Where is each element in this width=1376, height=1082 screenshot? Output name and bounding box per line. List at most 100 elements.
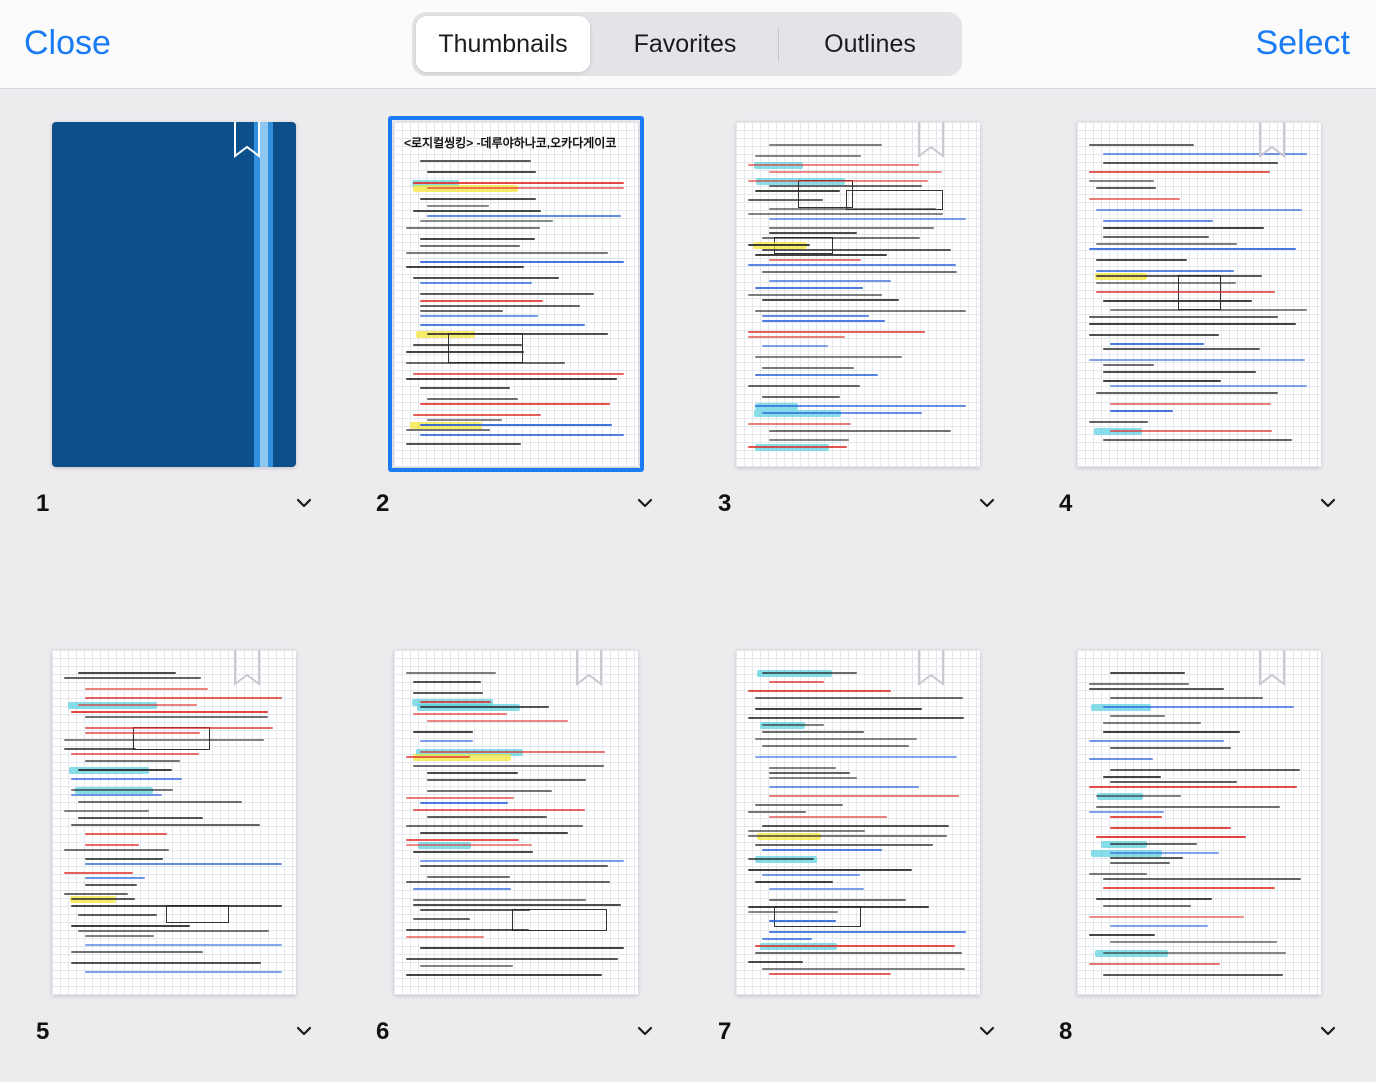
chevron-down-icon[interactable]: [1320, 1026, 1336, 1036]
handwriting-line: [1110, 403, 1271, 405]
handwriting-line: [78, 704, 197, 706]
handwriting-line: [1103, 905, 1191, 907]
top-bar: Close Thumbnails Favorites Outlines Sele…: [0, 0, 1376, 89]
handwriting-line: [769, 259, 862, 261]
handwriting-line: [769, 430, 951, 432]
handwriting-line: [769, 795, 959, 797]
handwriting-line: [78, 914, 158, 916]
handwriting-line: [413, 899, 586, 901]
chevron-down-icon[interactable]: [979, 1026, 995, 1036]
close-button[interactable]: Close: [24, 24, 111, 63]
handwriting-line: [413, 851, 534, 853]
page-thumbnail-1[interactable]: [52, 122, 296, 467]
handwriting-line: [1110, 747, 1231, 749]
handwriting-line: [769, 232, 857, 234]
handwriting-line: [420, 909, 530, 911]
handwriting-line: [1089, 963, 1221, 965]
handwriting-line: [748, 446, 847, 448]
handwriting-line: [413, 904, 621, 906]
page-thumbnail-5[interactable]: [52, 650, 296, 995]
bookmark-icon[interactable]: [1259, 650, 1285, 686]
handwriting-line: [748, 717, 964, 719]
handwriting-line: [1089, 740, 1224, 742]
handwriting-line: [769, 777, 858, 779]
handwriting-line: [755, 155, 861, 157]
handwriting-line: [1089, 916, 1245, 918]
tab-outlines[interactable]: Outlines: [782, 16, 958, 72]
handwriting-line: [762, 938, 813, 940]
handwriting-line: [64, 810, 149, 812]
handwriting-line: [1103, 380, 1221, 382]
handwriting-line: [1096, 259, 1188, 261]
bookmark-icon[interactable]: [918, 122, 944, 158]
view-segmented-control: Thumbnails Favorites Outlines: [412, 12, 962, 76]
page-thumbnail-7[interactable]: [736, 650, 980, 995]
handwriting-line: [1110, 309, 1307, 311]
handwriting-line: [85, 727, 274, 729]
page-number-label: 3: [718, 490, 732, 517]
handwriting-line: [1110, 410, 1174, 412]
handwriting-line: [78, 817, 203, 819]
page-thumbnail-4[interactable]: [1077, 122, 1321, 467]
handwriting-line: [748, 244, 811, 246]
bookmark-icon[interactable]: [234, 650, 260, 686]
handwriting-line: [71, 778, 183, 780]
page-number-label: 2: [376, 490, 390, 517]
chevron-down-icon[interactable]: [1320, 498, 1336, 508]
handwriting-line: [1096, 209, 1303, 211]
handwriting-line: [1096, 275, 1262, 277]
handwriting-line: [748, 294, 883, 296]
handwriting-line: [1103, 706, 1295, 708]
handwriting-line: [755, 881, 833, 883]
handwriting-line: [1089, 180, 1154, 182]
handwriting-line: [755, 310, 966, 312]
handwriting-line: [755, 844, 934, 846]
handwriting-line: [1103, 887, 1275, 889]
handwriting-line: [1110, 852, 1219, 854]
bookmark-icon[interactable]: [576, 650, 602, 686]
select-button[interactable]: Select: [1256, 24, 1351, 63]
chevron-down-icon[interactable]: [637, 1026, 653, 1036]
handwriting-line: [413, 888, 512, 890]
handwriting-line: [762, 874, 861, 876]
handwriting-line: [1089, 144, 1195, 146]
chevron-down-icon[interactable]: [296, 1026, 312, 1036]
handwriting-line: [755, 254, 887, 256]
page-thumbnail-8[interactable]: [1077, 650, 1321, 995]
page-thumbnail-3[interactable]: [736, 122, 980, 467]
chevron-down-icon[interactable]: [637, 498, 653, 508]
chevron-down-icon[interactable]: [979, 498, 995, 508]
handwriting-line: [1110, 385, 1307, 387]
handwriting-line: [769, 888, 864, 890]
handwriting-line: [1110, 430, 1272, 432]
handwriting-line: [755, 287, 864, 289]
bookmark-icon[interactable]: [1259, 122, 1285, 158]
tab-thumbnails[interactable]: Thumbnails: [416, 16, 590, 72]
diagram-box: [773, 906, 862, 928]
handwriting-line: [1096, 898, 1213, 900]
handwriting-line: [1110, 941, 1277, 943]
bookmark-icon[interactable]: [234, 122, 260, 158]
handwriting-line: [85, 935, 154, 937]
handwriting-line: [1089, 811, 1164, 813]
bookmark-icon[interactable]: [918, 650, 944, 686]
handwriting-line: [406, 756, 471, 758]
handwriting-line: [420, 740, 474, 742]
handwriting-line: [755, 405, 966, 407]
handwriting-line: [64, 849, 170, 851]
diagram-box: [165, 905, 229, 923]
handwriting-line: [71, 824, 260, 826]
diagram-box: [846, 190, 944, 210]
handwriting-line: [1103, 300, 1252, 302]
tab-favorites[interactable]: Favorites: [598, 16, 772, 72]
handwriting-line: [71, 794, 163, 796]
handwriting-line: [406, 672, 497, 674]
handwriting-line: [85, 858, 164, 860]
page-thumbnail-6[interactable]: [394, 650, 638, 995]
handwriting-line: [406, 839, 519, 841]
handwriting-line: [1103, 974, 1284, 976]
handwriting-line: [85, 833, 167, 835]
chevron-down-icon[interactable]: [296, 498, 312, 508]
handwriting-line: [748, 961, 803, 963]
handwriting-line: [1103, 371, 1256, 373]
